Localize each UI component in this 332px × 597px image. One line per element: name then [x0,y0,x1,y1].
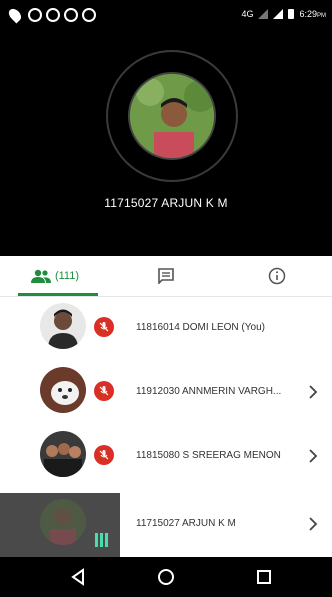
participant-name: 11816014 DOMI LEON (You) [136,322,265,333]
info-icon [268,267,286,285]
people-icon [30,269,51,283]
home-icon[interactable] [154,565,178,589]
speaker-avatar [128,72,216,160]
avatar [40,303,86,349]
mic-off-icon [94,381,114,401]
back-icon[interactable] [66,565,90,589]
tab-chat[interactable] [110,256,222,296]
tab-bar: (111) [0,256,332,297]
active-speaker-area[interactable]: 11715027 ARJUN K M [0,30,332,256]
avatar-cell [0,297,120,361]
speaker-name: 11715027 ARJUN K M [104,196,228,210]
status-right: 4G 6:29PM [241,9,326,19]
participant-row[interactable]: 11715027 ARJUN K M [0,493,332,557]
tab-info[interactable] [222,256,332,296]
chevron-right-icon[interactable] [304,383,322,401]
whatsapp-icon [64,8,78,22]
chevron-right-icon[interactable] [304,515,322,533]
participant-name: 11715027 ARJUN K M [136,518,236,529]
status-bar: 4G 6:29PM [0,0,332,30]
avatar [40,499,86,545]
whatsapp-icon [28,8,42,22]
signal-icon [258,9,269,19]
avatar [40,367,86,413]
active-tab-indicator [18,293,98,296]
chat-icon [158,268,174,284]
location-pin-icon [6,6,24,24]
participant-count: (111) [54,270,80,282]
clock: 6:29PM [299,9,326,19]
notification-icons [6,6,96,24]
avatar-cell [0,361,120,425]
avatar [40,431,86,477]
system-nav-bar [0,557,332,597]
participant-row[interactable]: 11815080 S SREERAG MENON [0,425,332,489]
mic-off-icon [94,445,114,465]
tab-participants[interactable]: (111) [0,256,110,296]
battery-icon [288,9,295,19]
avatar-cell [0,493,120,557]
participant-row[interactable]: 11912030 ANNMERIN VARGH... [0,361,332,425]
participant-row[interactable]: 11816014 DOMI LEON (You) [0,297,332,361]
participant-name: 11912030 ANNMERIN VARGH... [136,386,282,397]
participant-name: 11815080 S SREERAG MENON [136,450,281,461]
speaking-indicator-icon [95,533,108,547]
mic-off-icon [94,317,114,337]
chevron-right-icon[interactable] [304,447,322,465]
participant-list: 11816014 DOMI LEON (You) 11912030 ANNMER… [0,297,332,557]
signal-icon [273,9,284,19]
avatar-cell [0,425,120,489]
network-type: 4G [241,9,254,19]
whatsapp-icon [46,8,60,22]
recents-icon[interactable] [252,565,276,589]
whatsapp-icon [82,8,96,22]
